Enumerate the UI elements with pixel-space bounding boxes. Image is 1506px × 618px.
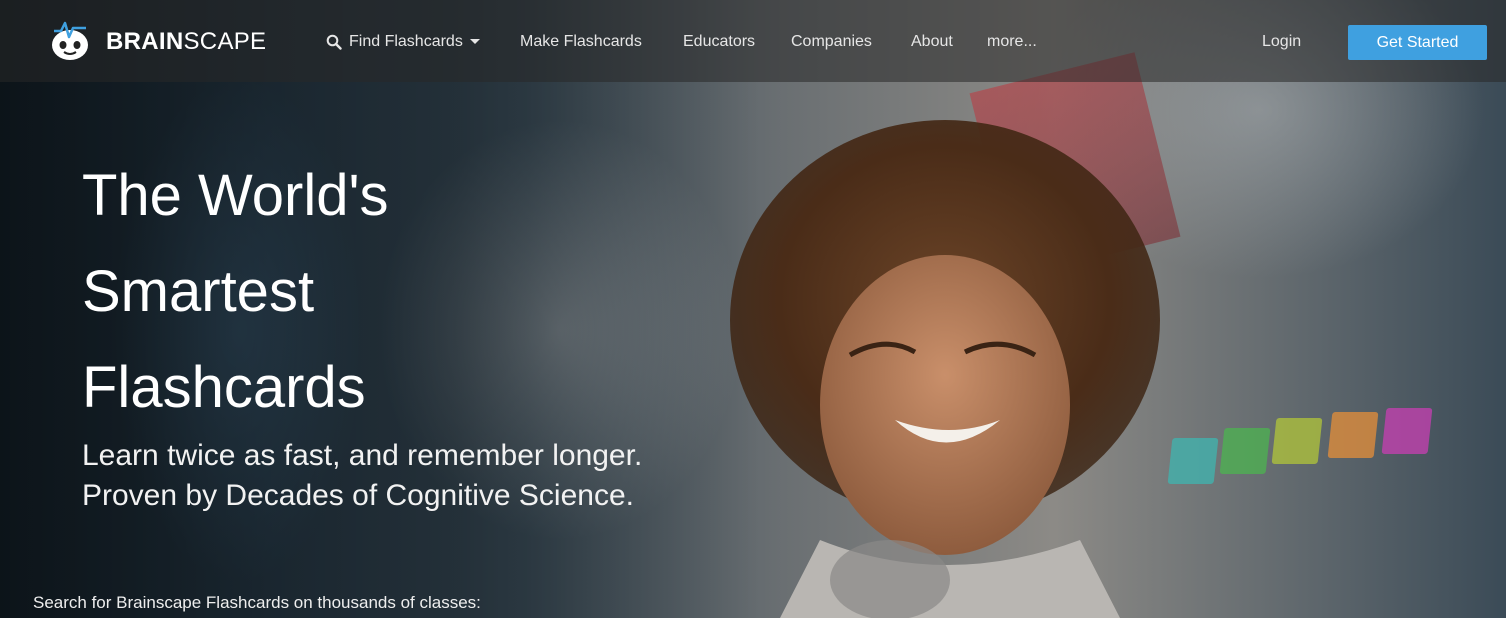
chevron-down-icon — [469, 39, 480, 45]
hero-subtext: Learn twice as fast, and remember longer… — [82, 436, 782, 516]
subtext-line-2: Proven by Decades of Cognitive Science. — [82, 479, 634, 512]
search-icon[interactable] — [326, 34, 342, 50]
brand-name-bold: BRAIN — [106, 28, 184, 55]
top-navbar: BRAINSCAPE Find Flashcards Make Flashcar… — [0, 0, 1506, 82]
hero-person-image — [730, 120, 1160, 618]
nav-about[interactable]: About — [911, 31, 953, 53]
headline-line-2: Smartest — [82, 259, 315, 324]
login-link[interactable]: Login — [1262, 31, 1301, 53]
hero-headline: The World's Smartest Flashcards — [82, 148, 682, 436]
headline-line-1: The World's — [82, 163, 389, 228]
headline-line-3: Flashcards — [82, 355, 366, 420]
nav-make-flashcards[interactable]: Make Flashcards — [520, 31, 642, 53]
nav-find-flashcards-label: Find Flashcards — [349, 33, 463, 50]
subtext-line-1: Learn twice as fast, and remember longer… — [82, 439, 643, 472]
nav-companies[interactable]: Companies — [791, 31, 872, 53]
nav-find-flashcards[interactable]: Find Flashcards — [349, 31, 480, 53]
nav-more[interactable]: more... — [987, 31, 1037, 53]
brand-name-light: SCAPE — [183, 28, 267, 55]
brand-wordmark[interactable]: BRAINSCAPE — [106, 28, 266, 56]
brainscape-logo-icon[interactable] — [48, 19, 92, 63]
search-section-label: Search for Brainscape Flashcards on thou… — [33, 593, 481, 612]
nav-educators[interactable]: Educators — [683, 31, 755, 53]
get-started-button[interactable]: Get Started — [1348, 25, 1487, 60]
